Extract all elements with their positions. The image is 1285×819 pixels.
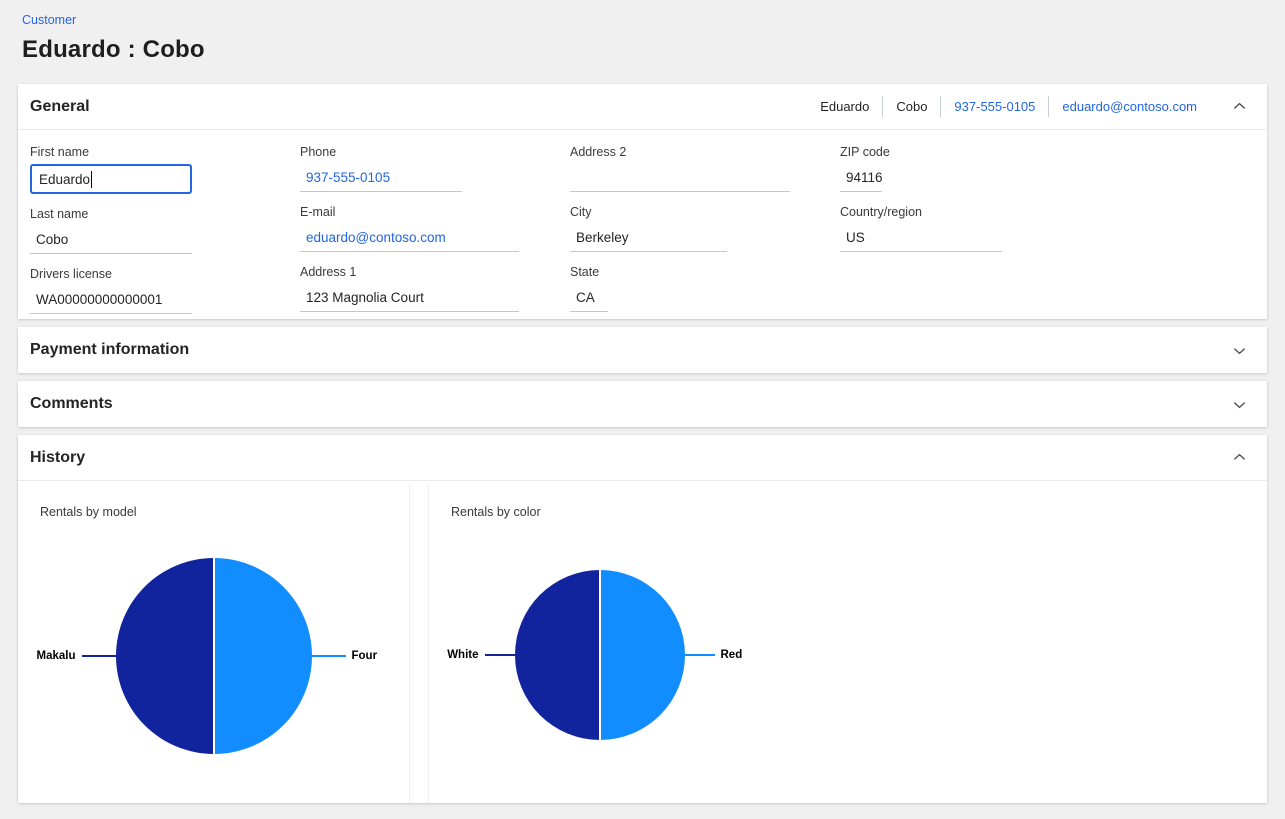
field-last-name: Last name Cobo xyxy=(30,207,192,254)
pie-chart xyxy=(116,558,312,754)
summary-phone-link[interactable]: 937-555-0105 xyxy=(941,99,1048,114)
pie-slice-label: Makalu xyxy=(24,650,82,662)
rentals-by-color-chart: Rentals by color White Red xyxy=(428,485,770,803)
history-section: History Rentals by model Makalu Four Ren… xyxy=(18,435,1267,803)
field-city: City Berkeley xyxy=(570,205,790,252)
chevron-down-icon[interactable] xyxy=(1228,339,1251,362)
chevron-up-icon[interactable] xyxy=(1228,95,1251,118)
field-zip: ZIP code 94116 xyxy=(840,145,1002,192)
callout-line xyxy=(82,655,116,657)
pie-slice-label: Four xyxy=(346,650,404,662)
field-drivers-license: Drivers license WA00000000000001 xyxy=(30,267,192,314)
field-first-name: First name Eduardo xyxy=(30,145,192,194)
field-address2: Address 2 xyxy=(570,145,790,192)
summary-last-name: Cobo xyxy=(883,99,940,114)
history-charts: Rentals by model Makalu Four Rentals by … xyxy=(18,481,1267,803)
callout-line xyxy=(485,654,515,656)
email-input[interactable]: eduardo@contoso.com xyxy=(300,224,519,252)
chevron-up-icon[interactable] xyxy=(1228,446,1251,469)
drivers-license-label: Drivers license xyxy=(30,267,192,281)
address1-label: Address 1 xyxy=(300,265,519,279)
comments-section: Comments xyxy=(18,381,1267,427)
field-address1: Address 1 123 Magnolia Court xyxy=(300,265,519,312)
email-value-link[interactable]: eduardo@contoso.com xyxy=(306,230,446,245)
history-section-title: History xyxy=(30,449,85,467)
general-fields: First name Eduardo Last name Cobo Driver… xyxy=(18,130,1267,319)
phone-label: Phone xyxy=(300,145,519,159)
payment-section-header[interactable]: Payment information xyxy=(18,327,1267,373)
pie-slice-label: Red xyxy=(715,649,765,661)
field-phone: Phone 937-555-0105 xyxy=(300,145,519,192)
city-label: City xyxy=(570,205,790,219)
page-header: Customer Eduardo : Cobo xyxy=(0,0,1285,84)
address1-input[interactable]: 123 Magnolia Court xyxy=(300,284,519,312)
chevron-down-icon[interactable] xyxy=(1228,393,1251,416)
chart-title: Rentals by model xyxy=(40,505,137,519)
zip-label: ZIP code xyxy=(840,145,1002,159)
country-label: Country/region xyxy=(840,205,1002,219)
comments-section-header[interactable]: Comments xyxy=(18,381,1267,427)
field-country: Country/region US xyxy=(840,205,1002,252)
phone-input[interactable]: 937-555-0105 xyxy=(300,164,462,192)
general-section-header[interactable]: General Eduardo Cobo 937-555-0105 eduard… xyxy=(18,84,1267,130)
first-name-input[interactable]: Eduardo xyxy=(30,164,192,194)
last-name-label: Last name xyxy=(30,207,192,221)
first-name-label: First name xyxy=(30,145,192,159)
email-label: E-mail xyxy=(300,205,519,219)
summary-first-name: Eduardo xyxy=(807,99,882,114)
general-summary: Eduardo Cobo 937-555-0105 eduardo@contos… xyxy=(807,96,1210,117)
general-section: General Eduardo Cobo 937-555-0105 eduard… xyxy=(18,84,1267,319)
callout-line xyxy=(685,654,715,656)
summary-email-link[interactable]: eduardo@contoso.com xyxy=(1049,99,1210,114)
history-section-header[interactable]: History xyxy=(18,435,1267,481)
drivers-license-input[interactable]: WA00000000000001 xyxy=(30,286,192,314)
text-cursor xyxy=(91,171,92,188)
page-title: Eduardo : Cobo xyxy=(22,36,1285,64)
city-input[interactable]: Berkeley xyxy=(570,224,727,252)
zip-input[interactable]: 94116 xyxy=(840,164,882,192)
country-input[interactable]: US xyxy=(840,224,1002,252)
state-input[interactable]: CA xyxy=(570,284,608,312)
chart-title: Rentals by color xyxy=(451,505,541,519)
pie-chart xyxy=(515,570,685,740)
pie-slice-label: White xyxy=(435,649,485,661)
address2-label: Address 2 xyxy=(570,145,790,159)
payment-section: Payment information xyxy=(18,327,1267,373)
general-section-title: General xyxy=(30,98,90,116)
breadcrumb[interactable]: Customer xyxy=(22,13,76,27)
last-name-input[interactable]: Cobo xyxy=(30,226,192,254)
field-state: State CA xyxy=(570,265,790,312)
payment-section-title: Payment information xyxy=(30,341,189,359)
field-email: E-mail eduardo@contoso.com xyxy=(300,205,519,252)
state-label: State xyxy=(570,265,790,279)
callout-line xyxy=(312,655,346,657)
comments-section-title: Comments xyxy=(30,395,113,413)
phone-value-link[interactable]: 937-555-0105 xyxy=(306,170,390,185)
address2-input[interactable] xyxy=(570,164,790,192)
rentals-by-model-chart: Rentals by model Makalu Four xyxy=(18,485,410,803)
